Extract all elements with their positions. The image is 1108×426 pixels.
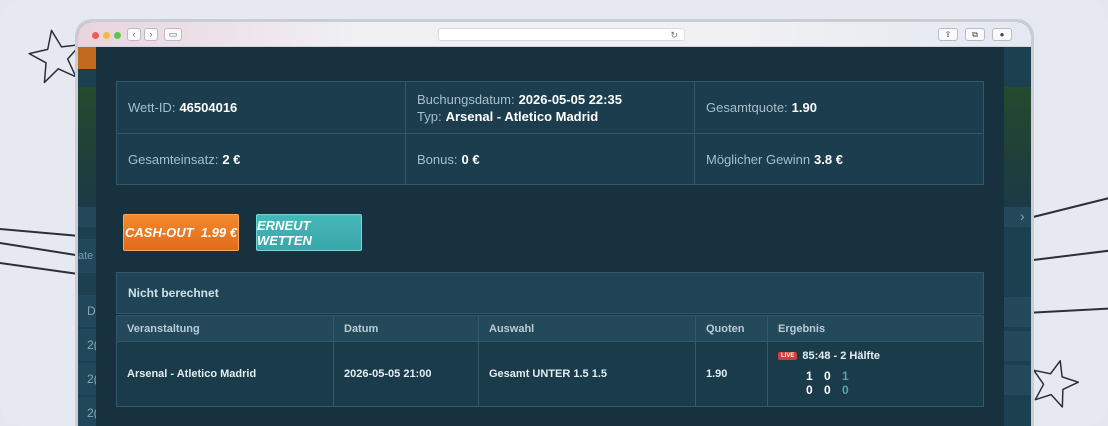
- background-right-panel: [1000, 297, 1031, 327]
- background-tab: ate: [78, 239, 98, 273]
- maximize-window-dot[interactable]: [114, 32, 121, 39]
- date-cell: 2026-05-05 21:00: [333, 341, 479, 407]
- typ-value: Arsenal - Atletico Madrid: [445, 108, 599, 124]
- share-icon[interactable]: ⇪: [938, 28, 958, 41]
- reload-icon[interactable]: ↻: [670, 29, 678, 41]
- score-value: 0: [806, 383, 813, 398]
- cashout-button[interactable]: CASH-OUT 1.99 €: [123, 214, 239, 251]
- buchungsdatum-label: Buchungsdatum:: [417, 91, 515, 107]
- address-bar[interactable]: ↻: [438, 28, 685, 41]
- summary-row: Gesamteinsatz: 2 € Bonus: 0 € Möglicher Ge…: [117, 133, 983, 184]
- score-home-row: 101: [806, 369, 983, 383]
- selection-cell: Gesamt UNTER 1.5 1.5: [478, 341, 696, 407]
- gewinn-cell: Möglicher Gewinn 3.8 €: [695, 134, 983, 184]
- background-row: 2(: [78, 363, 98, 395]
- bonus-cell: Bonus: 0 €: [406, 134, 695, 184]
- live-badge: LIVE: [778, 352, 798, 361]
- close-window-dot[interactable]: [92, 32, 99, 39]
- gewinn-label: Möglicher Gewinn: [706, 151, 811, 167]
- wett-id-cell: Wett-ID: 46504016: [117, 82, 406, 133]
- decorative-line: [0, 242, 90, 258]
- column-header: Datum: [333, 315, 479, 342]
- result-cell: LIVE 85:48 - 2 Hälfte 101 000: [767, 341, 984, 407]
- table-row: Arsenal - Atletico Madrid 2026-05-05 21:…: [116, 341, 984, 407]
- browser-toolbar: ‹ › ▭ ↻ ⇪ ⧉ ●: [78, 22, 1031, 47]
- decorative-line: [1024, 249, 1108, 262]
- background-right-panel: [1000, 331, 1031, 361]
- column-header: Quoten: [695, 315, 768, 342]
- bet-table: Veranstaltung Datum Auswahl Quoten Ergeb…: [116, 315, 984, 407]
- background-right-panel: ›: [1000, 207, 1031, 227]
- browser-window: ‹ › ▭ ↻ ⇪ ⧉ ● ate D 2( 2( 2( › Wett-ID: …: [78, 22, 1031, 426]
- odds-cell: 1.90: [695, 341, 768, 407]
- score-value: 0: [824, 383, 831, 398]
- summary-row: Wett-ID: 46504016 Buchungsdatum: 2026-05-0…: [117, 82, 983, 133]
- buchungsdatum-value: 2026-05-05 22:35: [518, 91, 622, 107]
- live-status: LIVE 85:48 - 2 Hälfte: [778, 350, 983, 362]
- wett-id-value: 46504016: [179, 100, 238, 115]
- desktop-frame: ‹ › ▭ ↻ ⇪ ⧉ ● ate D 2( 2( 2( › Wett-ID: …: [0, 0, 1108, 426]
- star-icon: [1033, 360, 1080, 408]
- star-icon: [28, 29, 82, 84]
- column-header: Auswahl: [478, 315, 696, 342]
- gesamtquote-cell: Gesamtquote: 1.90: [695, 82, 983, 133]
- gesamteinsatz-cell: Gesamteinsatz: 2 €: [117, 134, 406, 184]
- background-banner: [78, 47, 98, 69]
- bonus-label: Bonus:: [417, 151, 458, 167]
- column-header: Veranstaltung: [116, 315, 334, 342]
- wett-id-label: Wett-ID:: [128, 100, 176, 115]
- decorative-line: [0, 228, 90, 238]
- bet-status-bar: Nicht berechnet: [116, 272, 984, 314]
- scoreboard: 101 000: [806, 369, 983, 397]
- sidebar-icon[interactable]: ▭: [164, 28, 182, 41]
- background-row: 2(: [78, 329, 98, 361]
- decorative-line: [1024, 196, 1108, 220]
- gesamteinsatz-label: Gesamteinsatz:: [128, 151, 219, 167]
- booking-cell: Buchungsdatum: 2026-05-05 22:35 Typ: Arsen…: [406, 82, 695, 133]
- tabs-icon[interactable]: ⧉: [965, 28, 985, 41]
- minimize-window-dot[interactable]: [103, 32, 110, 39]
- forward-icon[interactable]: ›: [144, 28, 158, 41]
- gesamteinsatz-value: 2 €: [222, 151, 241, 167]
- table-header-row: Veranstaltung Datum Auswahl Quoten Ergeb…: [116, 315, 984, 342]
- background-right-panel: [1000, 365, 1031, 395]
- background-row: 2(: [78, 397, 98, 426]
- score-value: 1: [806, 369, 813, 384]
- bet-details-modal: Wett-ID: 46504016 Buchungsdatum: 2026-05-0…: [96, 47, 1004, 426]
- score-value: 0: [842, 383, 849, 398]
- gesamtquote-label: Gesamtquote:: [706, 100, 788, 115]
- score-away-row: 000: [806, 383, 983, 397]
- typ-label: Typ:: [417, 108, 442, 124]
- back-icon[interactable]: ‹: [127, 28, 141, 41]
- gesamtquote-value: 1.90: [791, 100, 817, 115]
- column-header: Ergebnis: [767, 315, 984, 342]
- decorative-line: [0, 262, 90, 277]
- bonus-value: 0 €: [461, 151, 480, 167]
- background-row: D: [78, 295, 98, 327]
- event-cell: Arsenal - Atletico Madrid: [116, 341, 334, 407]
- live-time: 85:48 - 2 Hälfte: [802, 350, 880, 363]
- download-icon[interactable]: ●: [992, 28, 1012, 41]
- bet-again-button[interactable]: ERNEUT WETTEN: [256, 214, 362, 251]
- bet-summary-grid: Wett-ID: 46504016 Buchungsdatum: 2026-05-0…: [116, 81, 984, 185]
- decorative-line: [1024, 307, 1108, 314]
- score-value: 0: [824, 369, 831, 384]
- score-value: 1: [842, 369, 849, 384]
- gewinn-value: 3.8 €: [814, 151, 843, 167]
